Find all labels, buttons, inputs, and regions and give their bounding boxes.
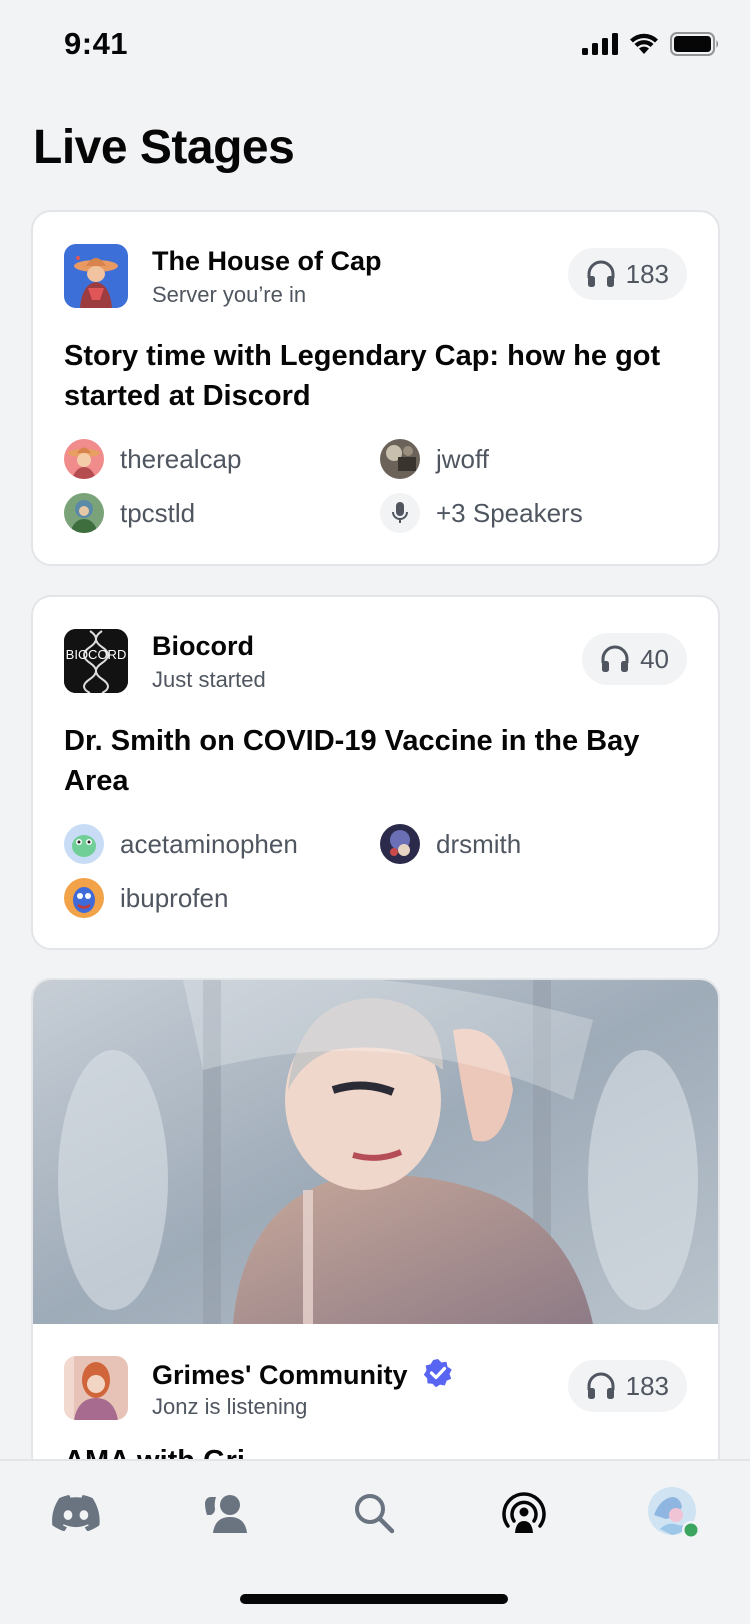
cellular-signal-icon: [582, 33, 618, 55]
profile-avatar: [648, 1487, 700, 1539]
speaker-name: therealcap: [120, 443, 242, 474]
speaker-item: ibuprofen: [64, 877, 228, 919]
status-icons: [582, 32, 720, 56]
stage-card-header: Grimes' Community Jonz is listening 183: [64, 1356, 687, 1420]
stage-card[interactable]: Grimes' Community Jonz is listening 183 …: [31, 978, 720, 1498]
microphone-icon: [380, 493, 420, 533]
listener-count-pill: 40: [582, 633, 687, 685]
speaker-item: drsmith: [380, 823, 521, 865]
speaker-name: jwoff: [436, 443, 489, 474]
stage-card-header: The House of Cap Server you’re in 183: [64, 244, 687, 308]
headphones-icon: [601, 645, 629, 672]
server-icon: [64, 1356, 128, 1420]
speaker-item: jwoff: [380, 438, 489, 480]
listener-count-pill: 183: [567, 1360, 687, 1412]
speaker-item: acetaminophen: [64, 823, 298, 865]
speaker-item: +3 Speakers: [380, 492, 583, 534]
server-icon-text: BIOCORD: [66, 647, 127, 662]
page-title: Live Stages: [33, 121, 295, 174]
server-name-row: Grimes' Community: [152, 1358, 453, 1391]
server-subtitle: Server you’re in: [152, 282, 307, 307]
stage-cover-image: [33, 980, 718, 1324]
battery-icon: [670, 32, 718, 56]
listener-count: 40: [640, 643, 669, 674]
avatar: [380, 824, 420, 864]
headphones-icon: [587, 260, 615, 287]
discord-icon: [52, 1495, 100, 1531]
live-stage-icon: [502, 1492, 546, 1533]
status-bar: 9:41: [0, 0, 750, 92]
tab-home[interactable]: [46, 1483, 106, 1543]
speaker-name: ibuprofen: [120, 882, 229, 913]
stage-card[interactable]: The House of Cap Server you’re in 183 St…: [31, 210, 720, 566]
more-speakers-label: +3 Speakers: [436, 497, 583, 528]
server-name: Biocord: [152, 631, 255, 661]
server-name: The House of Cap: [152, 246, 382, 276]
avatar: [64, 439, 104, 479]
avatar: [64, 824, 104, 864]
tab-profile[interactable]: [644, 1483, 704, 1543]
server-subtitle: Just started: [152, 667, 266, 692]
tab-search[interactable]: [344, 1483, 404, 1543]
tab-live-stages[interactable]: [494, 1483, 554, 1543]
status-time: 9:41: [64, 26, 129, 61]
tab-friends[interactable]: [196, 1483, 256, 1543]
server-subtitle: Jonz is listening: [152, 1394, 308, 1419]
server-icon: [64, 244, 128, 308]
stage-card[interactable]: BIOCORD Biocord Just started 40 Dr. Smit…: [31, 595, 720, 950]
listener-count-pill: 183: [567, 248, 687, 300]
friends-icon: [205, 1495, 247, 1533]
home-indicator: [240, 1594, 508, 1604]
server-icon: BIOCORD: [64, 629, 128, 693]
search-icon: [355, 1494, 395, 1534]
stage-title: Dr. Smith on COVID-19 Vaccine in the Bay…: [64, 725, 640, 797]
speaker-name: drsmith: [436, 828, 522, 859]
avatar: [380, 439, 420, 479]
listener-count: 183: [625, 258, 669, 289]
speaker-item: therealcap: [64, 438, 241, 480]
stage-title: Story time with Legendary Cap: how he go…: [64, 340, 661, 412]
headphones-icon: [587, 1372, 615, 1399]
speaker-item: tpcstld: [64, 492, 195, 534]
verified-badge-icon: [423, 1359, 452, 1388]
listener-count: 183: [625, 1370, 669, 1401]
avatar: [64, 878, 104, 918]
server-name: Grimes' Community: [152, 1360, 408, 1390]
avatar: [64, 493, 104, 533]
stage-card-header: BIOCORD Biocord Just started 40: [64, 629, 687, 693]
speaker-name: tpcstld: [120, 497, 196, 528]
speaker-name: acetaminophen: [120, 828, 298, 859]
wifi-icon: [630, 33, 658, 54]
